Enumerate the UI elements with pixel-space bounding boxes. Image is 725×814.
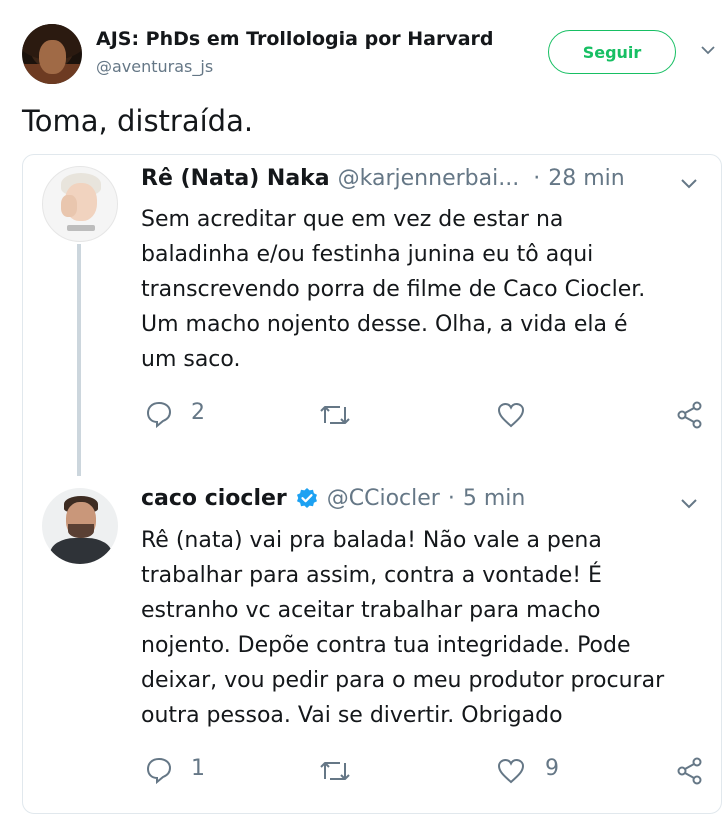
heart-icon[interactable]	[497, 757, 525, 785]
retweet-icon[interactable]	[318, 401, 352, 429]
chevron-down-icon[interactable]	[680, 178, 698, 190]
quoted-name[interactable]: caco ciocler	[141, 486, 287, 511]
follow-button[interactable]: Seguir	[548, 30, 676, 74]
author-avatar[interactable]	[22, 24, 82, 84]
reply-icon[interactable]	[145, 756, 173, 784]
reply-icon[interactable]	[145, 400, 173, 428]
quoted-time[interactable]: 5 min	[463, 486, 525, 511]
verified-badge-icon	[296, 487, 317, 508]
chevron-down-icon[interactable]	[680, 498, 698, 510]
thread-connector-line	[77, 244, 81, 476]
quoted-avatar-rn[interactable]	[42, 166, 118, 242]
heart-icon[interactable]	[497, 401, 525, 429]
share-icon[interactable]	[676, 757, 704, 785]
quoted-avatar-cc[interactable]	[42, 488, 118, 564]
share-icon[interactable]	[676, 401, 704, 429]
author-handle[interactable]: @aventuras_js	[96, 57, 213, 76]
separator-dot: ·	[533, 166, 541, 191]
quoted-tweet-body: Rê (nata) vai pra balada! Não vale a pen…	[141, 528, 665, 728]
quoted-handle[interactable]: @CCiocler	[327, 486, 440, 511]
quoted-tweet-body: Sem acreditar que em vez de estar na bal…	[141, 207, 646, 372]
author-display-name[interactable]: AJS: PhDs em Trollologia por Harvard	[96, 28, 494, 50]
separator-dot: ·	[447, 486, 455, 511]
quoted-name[interactable]: Rê (Nata) Naka	[141, 166, 330, 191]
quoted-tweet-2-header: caco ciocler @CCiocler · 5 min	[141, 486, 525, 511]
chevron-down-icon[interactable]	[700, 44, 716, 56]
quoted-time[interactable]: 28 min	[548, 166, 624, 191]
reply-count[interactable]: 1	[191, 756, 205, 781]
retweet-icon[interactable]	[318, 757, 352, 785]
reply-count[interactable]: 2	[191, 400, 205, 425]
like-count[interactable]: 9	[545, 756, 559, 781]
tweet-text: Toma, distraída.	[22, 104, 254, 138]
quoted-handle[interactable]: @karjennerbai...	[338, 166, 520, 191]
quoted-tweet-1-header: Rê (Nata) Naka @karjennerbai... · 28 min	[141, 166, 625, 191]
